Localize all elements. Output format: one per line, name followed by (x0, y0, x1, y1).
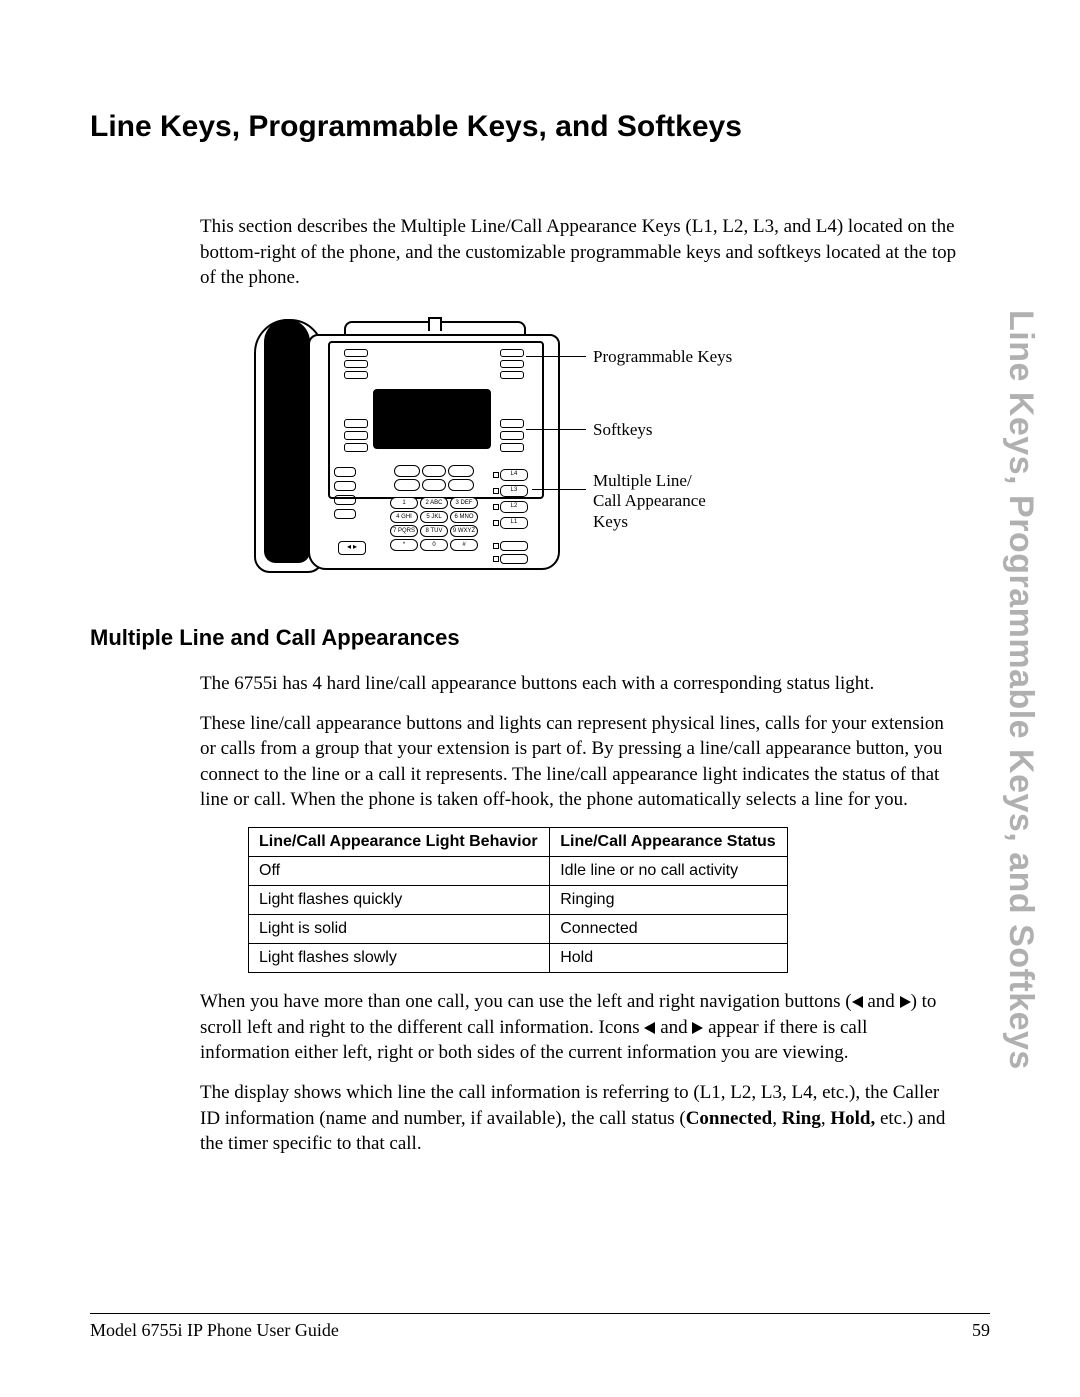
dial-keypad: 1 2 ABC 3 DEF 4 GHI 5 JKL 6 MNO 7 PQRS 8… (390, 497, 478, 551)
nav-right-icon (692, 1022, 703, 1034)
section-heading: Line Keys, Programmable Keys, and Softke… (90, 110, 990, 144)
programmable-keys-right (500, 349, 524, 379)
body-2: The 6755i has 4 hard line/call appearanc… (200, 671, 960, 1157)
th-status: Line/Call Appearance Status (550, 828, 788, 857)
nav-left-icon (644, 1022, 655, 1034)
page-footer: Model 6755i IP Phone User Guide 59 (90, 1313, 990, 1341)
nav-right-icon (900, 996, 911, 1008)
subsection-heading: Multiple Line and Call Appearances (90, 625, 990, 651)
table-header-row: Line/Call Appearance Light Behavior Line… (249, 828, 788, 857)
nav-dpad (394, 465, 474, 491)
page: Line Keys, Programmable Keys, and Softke… (0, 0, 1080, 1397)
footer-page-number: 59 (972, 1320, 990, 1341)
intro-paragraph: This section describes the Multiple Line… (200, 214, 960, 291)
light-behavior-table: Line/Call Appearance Light Behavior Line… (248, 827, 788, 973)
paragraph-4: The display shows which line the call in… (200, 1080, 960, 1157)
softkeys-left (344, 419, 368, 452)
feature-keys (334, 467, 356, 519)
volume-rocker: ◂ ▸ (338, 541, 366, 555)
softkeys-right (500, 419, 524, 452)
label-softkeys: Softkeys (593, 420, 653, 440)
line-key-l1: L1 (500, 517, 528, 529)
table-row: Light is solid Connected (249, 915, 788, 944)
side-section-title: Line Keys, Programmable Keys, and Softke… (1001, 310, 1040, 1070)
table-row: Light flashes quickly Ringing (249, 886, 788, 915)
footer-doc-title: Model 6755i IP Phone User Guide (90, 1320, 339, 1341)
phone-outline: ◂ ▸ 1 2 ABC 3 DEF 4 GHI 5 JKL 6 MNO 7 PQ… (248, 319, 558, 569)
phone-diagram: ◂ ▸ 1 2 ABC 3 DEF 4 GHI 5 JKL 6 MNO 7 PQ… (248, 319, 868, 577)
paragraph-1: The 6755i has 4 hard line/call appearanc… (200, 671, 960, 697)
body: This section describes the Multiple Line… (200, 214, 960, 577)
programmable-keys-left (344, 349, 368, 379)
line-key-l3: L3 (500, 485, 528, 497)
phone-display (373, 389, 491, 449)
line-key-l4: L4 (500, 469, 528, 481)
extra-keys (500, 541, 528, 564)
table-row: Light flashes slowly Hold (249, 944, 788, 973)
label-programmable-keys: Programmable Keys (593, 347, 732, 367)
label-multiline-keys: Multiple Line/ Call Appearance Keys (593, 471, 753, 532)
paragraph-2: These line/call appearance buttons and l… (200, 711, 960, 814)
table-row: Off Idle line or no call activity (249, 857, 788, 886)
line-key-l2: L2 (500, 501, 528, 513)
nav-left-icon (852, 996, 863, 1008)
paragraph-3: When you have more than one call, you ca… (200, 989, 960, 1066)
th-behavior: Line/Call Appearance Light Behavior (249, 828, 550, 857)
line-keys-group: L4 L3 L2 L1 (500, 469, 528, 529)
